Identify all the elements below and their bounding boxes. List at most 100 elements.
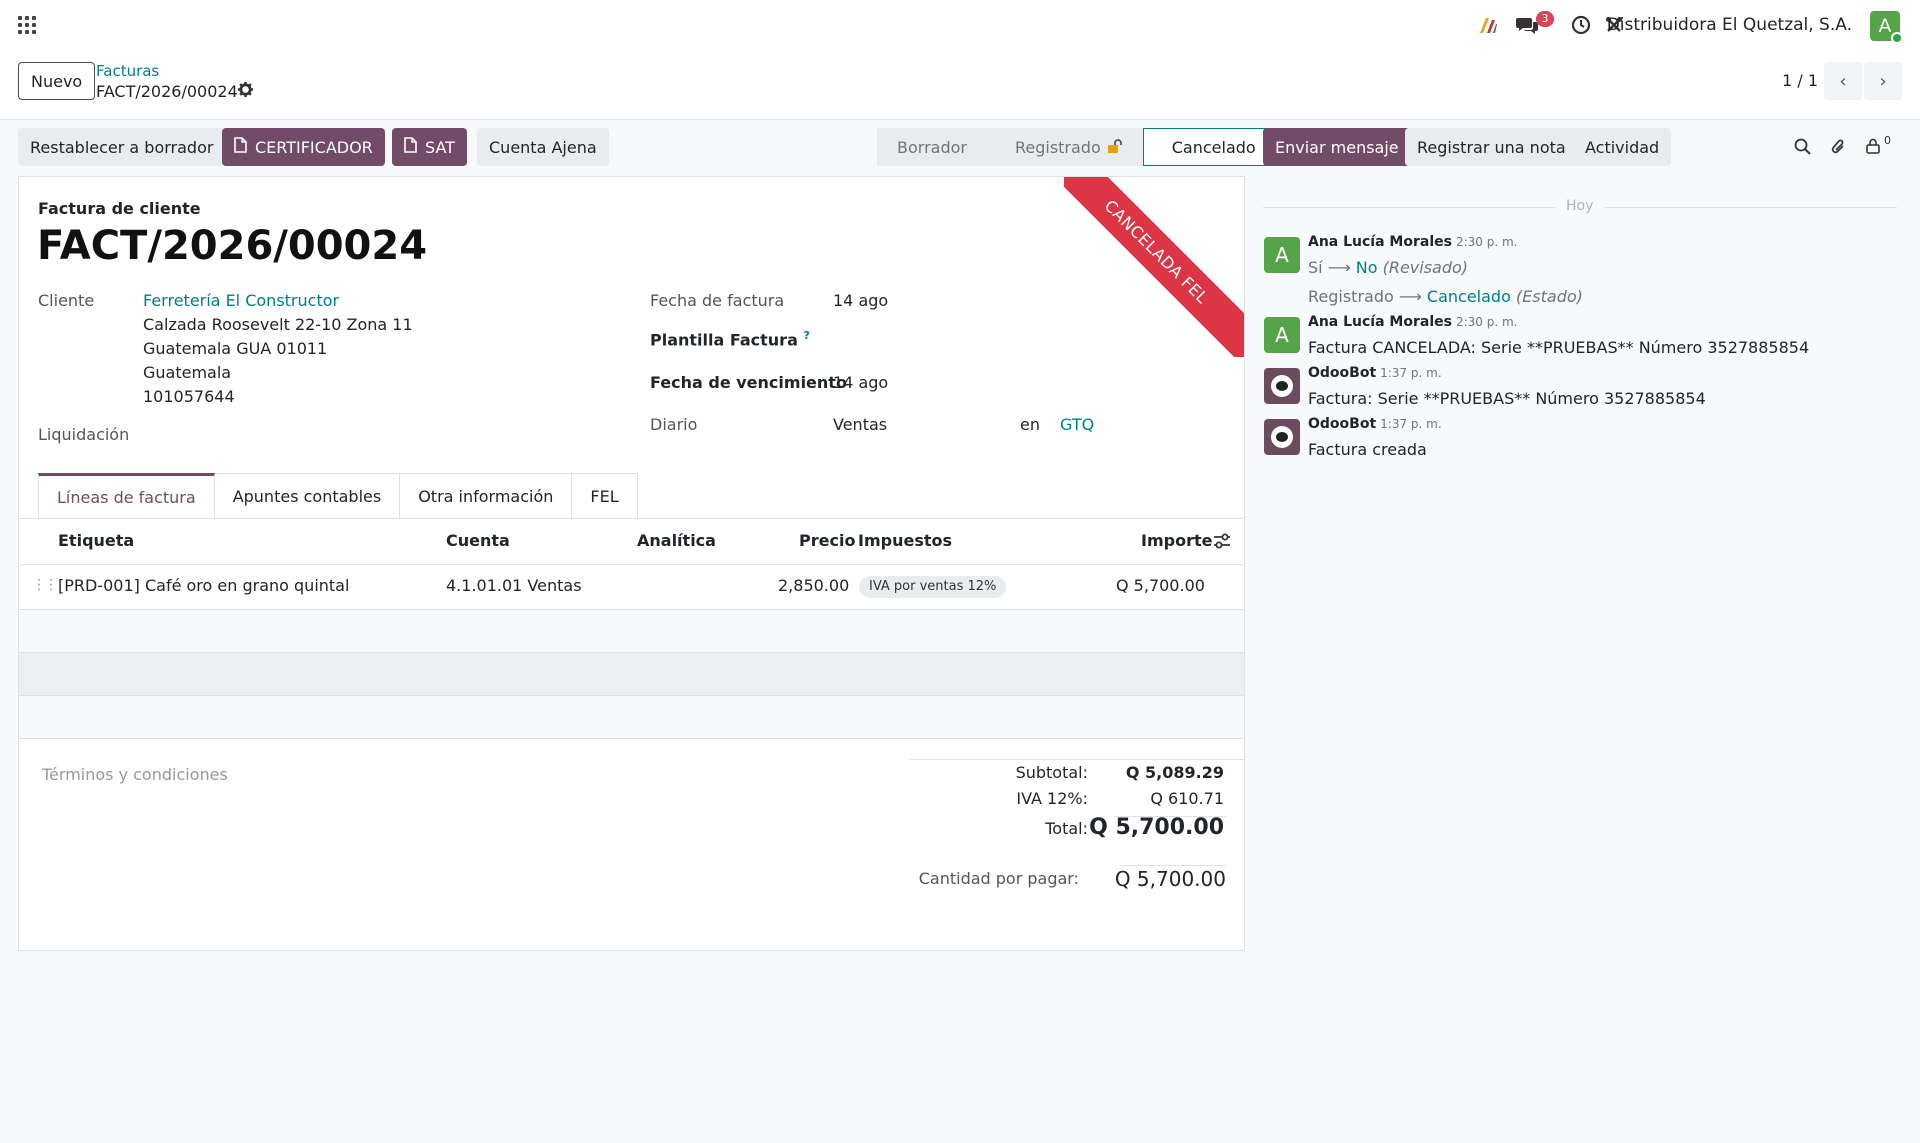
author-avatar[interactable]: A [1264,237,1300,273]
followers-count: 0 [1884,134,1891,147]
cuenta-ajena-button[interactable]: Cuenta Ajena [477,128,609,166]
avatar-initial: A [1275,323,1289,347]
currency-link[interactable]: GTQ [1060,415,1094,434]
tracking-new-value: Cancelado [1426,287,1511,306]
tracking-field: (Revisado) [1382,258,1469,277]
address-line: 101057644 [143,387,235,406]
ai-icon[interactable] [1478,0,1498,50]
activity-clock-icon[interactable] [1571,0,1591,50]
breadcrumb-parent-link[interactable]: Facturas [96,62,159,80]
column-precio[interactable]: Precio [799,531,855,550]
online-status-dot [1891,32,1903,44]
followers-lock-icon[interactable] [1866,138,1880,158]
paperclip-icon[interactable] [1830,138,1846,160]
column-importe[interactable]: Importe [1141,531,1212,550]
reset-to-draft-button[interactable]: Restablecer a borrador [18,128,226,166]
activity-button[interactable]: Actividad [1573,128,1672,166]
status-borrador[interactable]: Borrador [877,128,987,166]
pager-value[interactable]: 1 / 1 [1782,71,1818,90]
subtotal-value: Q 5,089.29 [1125,763,1224,782]
address-line: Calzada Roosevelt 22-10 Zona 11 [143,315,413,334]
gear-icon[interactable] [238,82,253,101]
cell-cuenta[interactable]: 4.1.01.01 Ventas [446,576,582,595]
due-value: Q 5,700.00 [1114,867,1226,891]
help-tooltip-icon[interactable]: ? [803,329,809,342]
author-name: OdooBot [1308,365,1377,381]
cancelled-ribbon: CANCELADA FEL [1064,177,1244,357]
unlock-icon [1107,138,1123,157]
tab-fel[interactable]: FEL [572,473,638,519]
column-etiqueta[interactable]: Etiqueta [58,531,134,550]
tab-otra-informacion[interactable]: Otra información [400,473,573,519]
diario-field[interactable]: Ventas [833,415,887,434]
certificador-label: CERTIFICADOR [255,137,373,157]
total-label: Total: [1045,819,1088,838]
odoobot-avatar[interactable] [1264,368,1300,404]
terms-input[interactable]: Términos y condiciones [42,765,228,784]
status-registrado[interactable]: Registrado [986,128,1143,166]
user-avatar[interactable]: A [1870,11,1903,44]
empty-row [19,610,1244,653]
avatar-initial: A [1275,243,1289,267]
message-author[interactable]: Ana Lucía Morales 2:30 p. m. [1308,234,1517,250]
message-author[interactable]: OdooBot 1:37 p. m. [1308,416,1442,432]
cell-precio[interactable]: 2,850.00 [778,576,849,595]
sat-label: SAT [425,137,455,157]
author-name: Ana Lucía Morales [1308,314,1452,330]
optional-columns-icon[interactable] [1213,533,1231,553]
cliente-link[interactable]: Ferretería El Constructor [143,291,339,310]
status-cancelado[interactable]: Cancelado [1142,128,1277,166]
pager-next-button[interactable]: › [1864,62,1902,100]
cell-importe: Q 5,700.00 [1116,576,1205,595]
apps-menu-icon[interactable] [18,16,36,34]
totals-divider [910,759,1244,760]
date-separator-line [1605,207,1897,208]
pdf-file-icon [234,137,247,157]
arrow-right-icon: ⟶ [1398,287,1427,306]
en-label: en [1020,415,1040,434]
odoobot-avatar[interactable] [1264,419,1300,455]
iva-label: IVA 12%: [1016,789,1088,808]
empty-row [19,696,1244,739]
message-time: 2:30 p. m. [1455,315,1518,329]
user-initial: A [1878,15,1892,37]
message-author[interactable]: Ana Lucía Morales 2:30 p. m. [1308,314,1517,330]
sat-button[interactable]: SAT [392,128,467,166]
pager-previous-button[interactable]: ‹ [1824,62,1862,100]
author-avatar[interactable]: A [1264,317,1300,353]
certificador-button[interactable]: CERTIFICADOR [222,128,385,166]
search-icon[interactable] [1794,138,1811,159]
tracking-line: Registrado ⟶ Cancelado (Estado) [1308,287,1583,306]
column-analitica[interactable]: Analítica [637,531,716,550]
row-divider [19,564,1244,565]
fecha-factura-field[interactable]: 14 ago [833,291,888,310]
top-navbar: 3 Distribuidora El Quetzal, S.A. A [0,0,1920,50]
control-panel: Nuevo Facturas FACT/2026/00024 1 / 1 ‹ › [0,50,1920,120]
column-cuenta[interactable]: Cuenta [446,531,510,550]
breadcrumb-current: FACT/2026/00024 [96,82,238,101]
iva-value: Q 610.71 [1150,789,1224,808]
message-time: 2:30 p. m. [1455,235,1518,249]
status-label: Borrador [897,137,967,157]
tab-apuntes-contables[interactable]: Apuntes contables [214,473,401,519]
tracking-old-value: Sí [1308,258,1323,277]
cell-etiqueta[interactable]: [PRD-001] Café oro en grano quintal [58,576,349,595]
log-note-button[interactable]: Registrar una nota [1405,128,1578,166]
document-type: Factura de cliente [38,199,201,218]
column-impuestos[interactable]: Impuestos [858,531,952,550]
tracking-line: Sí ⟶ No (Revisado) [1308,258,1468,277]
author-name: OdooBot [1308,416,1377,432]
drag-handle-icon[interactable]: ⋮⋮ [32,577,58,593]
new-button[interactable]: Nuevo [18,62,96,100]
date-separator-line [1263,207,1555,208]
liquidacion-label: Liquidación [38,425,130,444]
send-message-button[interactable]: Enviar mensaje [1263,128,1411,166]
messages-icon[interactable] [1516,0,1538,50]
empty-row [19,653,1244,696]
cell-impuesto-badge[interactable]: IVA por ventas 12% [859,576,1007,598]
fecha-vencimiento-field[interactable]: 14 ago [833,373,888,392]
company-switcher[interactable]: Distribuidora El Quetzal, S.A. [1607,15,1852,35]
tab-lineas-factura[interactable]: Líneas de factura [38,473,215,519]
due-divider [1120,865,1226,866]
message-author[interactable]: OdooBot 1:37 p. m. [1308,365,1442,381]
